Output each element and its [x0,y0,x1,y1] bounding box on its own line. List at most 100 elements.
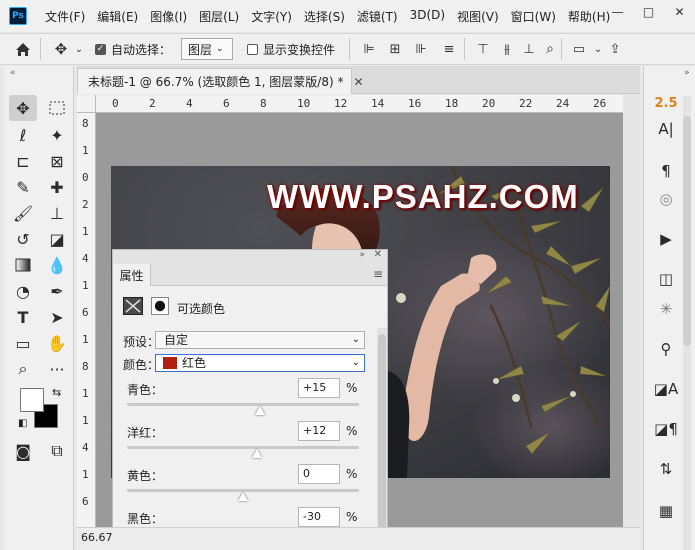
menu-item[interactable]: 滤镜(T) [351,8,404,25]
gradient-tool-icon[interactable] [9,252,37,278]
history-panel-icon[interactable]: ◫ [650,266,682,292]
slider-value-input[interactable]: +12 [298,421,340,441]
slider-track[interactable] [127,446,359,449]
collapse-icon[interactable]: » [684,68,690,78]
character-panel-icon[interactable]: A| [650,116,682,142]
align-right-icon[interactable]: ⊪ [408,42,434,57]
lasso-tool-icon[interactable]: ℓ [9,122,37,148]
layer-mask-icon[interactable] [151,297,169,315]
foreground-color-swatch[interactable] [20,388,44,412]
character-size-value[interactable]: 2.5 [650,90,682,116]
paragraph-panel-icon[interactable]: ¶ [650,158,682,184]
hand-tool-icon[interactable]: ✋ [43,330,71,356]
align-center-icon[interactable]: ⊞ [382,42,408,57]
panel-menu-icon[interactable]: ≡ [373,267,383,281]
home-icon[interactable] [6,42,40,57]
slider-thumb[interactable] [251,449,262,458]
default-colors-icon[interactable]: ◧ [18,418,27,429]
collapse-icon[interactable]: « [10,68,16,78]
align-bottom-icon[interactable]: ⊥ [519,42,539,57]
auto-select-toggle[interactable]: ✓ 自动选择： [95,41,171,58]
swatches-panel-icon[interactable]: ▦ [650,498,682,524]
slider-thumb[interactable] [255,406,266,415]
right-dock-scroll-thumb[interactable] [683,116,691,346]
adjustments-panel-icon[interactable]: ⚲ [650,336,682,362]
menu-item[interactable]: 文件(F) [39,8,91,25]
history-brush-icon[interactable]: ↺ [9,226,37,252]
slider-track[interactable] [127,403,359,406]
ruler-corner [77,95,96,113]
menu-item[interactable]: 编辑(E) [91,8,144,25]
frame-tool-icon[interactable]: ⊠ [43,148,71,174]
slider-value-input[interactable]: 0 [298,464,340,484]
slider-value-input[interactable]: -30 [298,507,340,527]
chevron-down-icon[interactable]: ⌄ [592,44,604,55]
menu-item[interactable]: 文字(Y) [245,8,298,25]
properties-scrollbar[interactable] [377,328,387,550]
brushes-panel-icon[interactable]: ✳ [650,296,682,322]
crop-tool-icon[interactable]: ⊏ [9,148,37,174]
quick-mask-icon[interactable]: ◙ [9,438,37,464]
marquee-tool-icon[interactable] [43,95,71,121]
menu-item[interactable]: 图像(I) [144,8,193,25]
transform-controls-checkbox[interactable] [247,43,259,55]
auto-select-checkbox[interactable]: ✓ [95,43,106,55]
close-icon[interactable]: ✕ [353,75,363,89]
document-tab[interactable]: 未标题-1 @ 66.7% (选取颜色 1, 图层蒙版/8) * ✕ [77,68,364,94]
glyphs-panel-icon[interactable]: ◎ [650,186,682,212]
brush-tool-icon[interactable]: 🖌 [9,200,37,226]
maximize-button[interactable]: □ [633,0,664,24]
actions-panel-icon[interactable]: ▶ [650,226,682,252]
tool-presets-icon[interactable]: ⇅ [650,456,682,482]
healing-brush-icon[interactable]: ✚ [43,174,71,200]
screen-mode-icon[interactable]: ⧉ [43,438,71,464]
blur-tool-icon[interactable]: 💧 [43,252,71,278]
eyedropper-icon[interactable]: ✎ [9,174,37,200]
pen-tool-icon[interactable]: ✒ [43,278,71,304]
move-tool-icon[interactable]: ✥ [9,95,37,121]
align-top-icon[interactable]: ⊤ [471,42,495,57]
rectangle-tool-icon[interactable]: ▭ [9,330,37,356]
tab-properties[interactable]: 属性 [113,264,151,286]
move-tool-icon[interactable]: ✥ [49,40,73,58]
menu-item[interactable]: 3D(D) [404,8,451,25]
swap-colors-icon[interactable]: ⇆ [52,386,61,399]
close-button[interactable]: ✕ [664,0,695,24]
share-icon[interactable]: ⇪ [604,42,626,57]
search-icon[interactable]: ⌕ [539,41,561,57]
menu-item[interactable]: 视图(V) [451,8,505,25]
align-middle-icon[interactable]: ⫵ [495,42,519,57]
character-styles-icon[interactable]: ◪A [650,376,682,402]
collapse-icon[interactable]: » [359,250,365,260]
right-dock-scrollbar[interactable] [683,96,691,550]
slider-value-input[interactable]: +15 [298,378,340,398]
paragraph-styles-icon[interactable]: ◪¶ [650,416,682,442]
magic-wand-icon[interactable]: ✦ [43,122,71,148]
menu-item[interactable]: 选择(S) [298,8,351,25]
more-tools-icon[interactable]: ··· [43,356,71,382]
dodge-tool-icon[interactable]: ◔ [9,278,37,304]
layer-select-dropdown[interactable]: 图层 ⌄ [181,38,234,60]
vertical-scrollbar[interactable] [623,95,640,527]
stamp-tool-icon[interactable]: ⊥ [43,200,71,226]
path-selection-icon[interactable]: ➤ [43,304,71,330]
eraser-icon[interactable]: ◪ [43,226,71,252]
type-tool-icon[interactable]: T [9,304,37,330]
close-icon[interactable]: ✕ [374,249,382,260]
minimize-button[interactable]: — [602,0,633,24]
colors-dropdown[interactable]: 红色 ⌄ [155,354,365,372]
layer-select-value: 图层 [188,42,213,57]
zoom-level[interactable]: 66.67 [81,531,113,544]
menu-item[interactable]: 窗口(W) [505,8,562,25]
slider-thumb[interactable] [238,492,248,501]
workspace-icon[interactable]: ▭ [566,42,592,57]
separator [40,38,41,60]
distribute-icon[interactable]: ≡ [434,42,464,57]
zoom-tool-icon[interactable]: ⌕ [9,356,37,382]
align-left-icon[interactable]: ⊫ [356,42,382,57]
chevron-down-icon[interactable]: ⌄ [73,44,85,55]
properties-scroll-thumb[interactable] [378,334,386,548]
transform-controls-toggle[interactable]: 显示变换控件 [247,41,335,58]
menu-item[interactable]: 图层(L) [193,8,245,25]
preset-dropdown[interactable]: 自定 ⌄ [155,331,365,349]
